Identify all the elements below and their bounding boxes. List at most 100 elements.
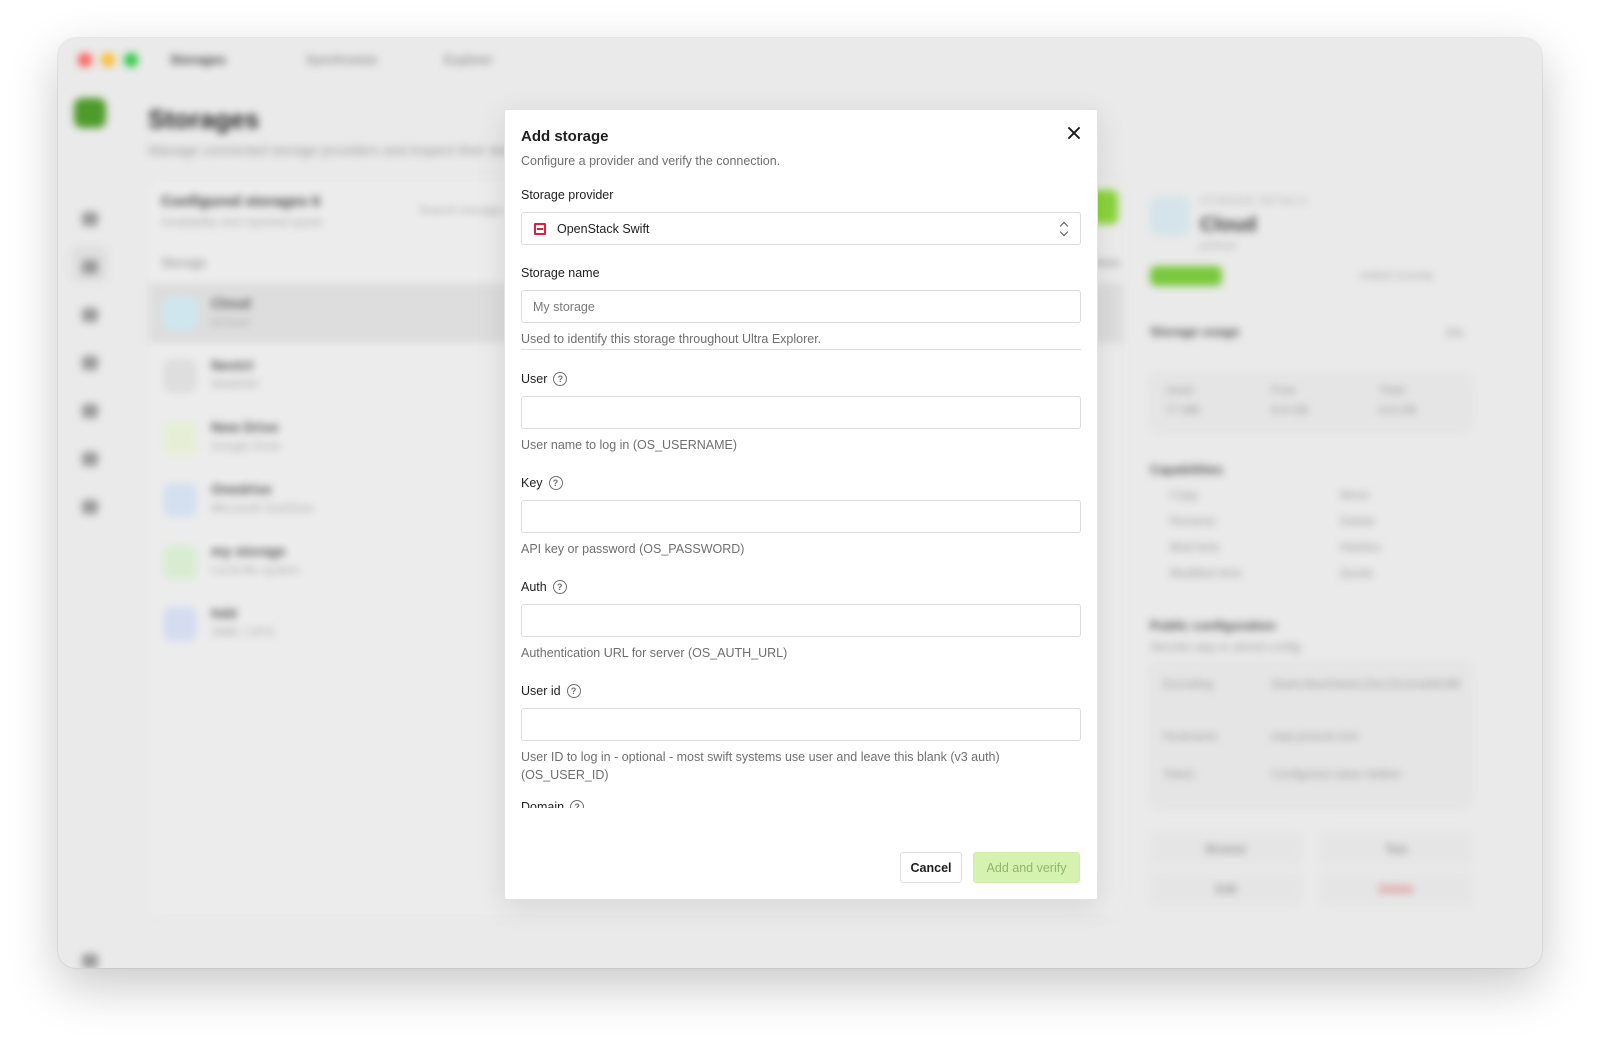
stat-free-value: 9.9 GB <box>1271 403 1309 417</box>
help-icon[interactable]: ? <box>566 684 581 698</box>
storage-icon <box>163 297 197 331</box>
usage-stats: Used 77 MB Free 9.9 GB Total 9.9 GB <box>1150 374 1472 432</box>
auth-help: Authentication URL for server (OS_AUTH_U… <box>521 646 788 660</box>
sync-icon[interactable] <box>82 404 98 418</box>
details-label: STORAGE DETAILS <box>1200 196 1308 207</box>
close-window-button[interactable] <box>78 53 92 67</box>
provider-label: Storage provider <box>521 188 614 202</box>
config-value: Slash,BackSlash,Del,Ctl,InvalidUtf8 <box>1271 677 1461 691</box>
page-subtitle: Manage connected storage providers and i… <box>148 142 531 158</box>
zoom-window-button[interactable] <box>124 53 138 67</box>
sidebar <box>58 84 126 968</box>
capability-item: Delete <box>1340 514 1375 528</box>
config-value: eapi.pcloud.com <box>1271 729 1359 743</box>
chevron-updown-icon <box>1058 220 1070 238</box>
user-help: User name to log in (OS_USERNAME) <box>521 438 738 452</box>
config-value: Configured value hidden <box>1271 767 1402 781</box>
config-key: Hostname <box>1163 729 1218 743</box>
usage-title: Storage usage <box>1150 324 1240 339</box>
folder-icon[interactable] <box>82 308 98 322</box>
capability-item: Mod time <box>1170 540 1220 554</box>
storage-name-label: Storage name <box>521 266 600 280</box>
user-id-help: User ID to log in - optional - most swif… <box>521 750 1000 782</box>
tab-storages[interactable]: Storages <box>170 52 226 67</box>
user-id-input[interactable] <box>521 708 1081 741</box>
settings-icon[interactable] <box>82 954 98 968</box>
storage-name: my storage <box>211 543 286 559</box>
provider-select[interactable]: OpenStack Swift <box>521 212 1081 245</box>
storage-type: WebDAV <box>211 377 260 391</box>
dialog-form[interactable]: Storage provider OpenStack Swift Storage… <box>505 188 1097 808</box>
browse-button[interactable]: Browse <box>1150 832 1302 866</box>
help-icon[interactable]: ? <box>548 476 563 490</box>
title-bar: Storages Synchronize Explorer <box>58 38 1542 84</box>
stat-free-label: Free <box>1271 383 1296 397</box>
delete-button[interactable]: Delete <box>1320 872 1472 906</box>
stat-used-value: 77 MB <box>1165 403 1200 417</box>
capability-item: Copy <box>1170 488 1199 502</box>
close-icon[interactable] <box>1065 124 1083 142</box>
storage-name-input[interactable] <box>521 290 1081 323</box>
dialog-title: Add storage <box>521 128 609 145</box>
capability-item: Modified time <box>1170 566 1242 580</box>
clock-icon[interactable] <box>82 452 98 466</box>
edit-button[interactable]: Edit <box>1150 872 1302 906</box>
storage-name: Nextcl <box>211 357 254 373</box>
list-subtitle: Availability and reported quota <box>161 215 323 229</box>
help-icon[interactable]: ? <box>552 580 567 594</box>
tab-synchronize[interactable]: Synchronize <box>306 52 378 67</box>
storage-name: New Drive <box>211 419 279 435</box>
dashboard-icon[interactable] <box>82 212 98 226</box>
usage-percent: 0% <box>1446 326 1464 340</box>
page-title: Storages <box>148 104 260 134</box>
storage-name-help: Used to identify this storage throughout… <box>521 332 822 346</box>
add-storage-dialog: Add storage Configure a provider and ver… <box>504 109 1098 900</box>
config-table: Encoding Slash,BackSlash,Del,Ctl,Invalid… <box>1150 662 1472 808</box>
config-subtitle: Secrets stay in stored config <box>1150 640 1301 654</box>
user-label: User? <box>521 372 568 386</box>
storage-type: pCloud <box>211 315 250 329</box>
config-key: Encoding <box>1163 677 1214 691</box>
log-icon[interactable] <box>82 500 98 514</box>
config-key: Token <box>1163 767 1196 781</box>
key-input[interactable] <box>521 500 1081 533</box>
cloud-icon <box>1150 196 1190 236</box>
tab-explorer[interactable]: Explorer <box>444 52 492 67</box>
column-storage: Storage <box>161 255 207 270</box>
capability-item: Hashes <box>1340 540 1381 554</box>
storage-icon <box>163 545 197 579</box>
cancel-button[interactable]: Cancel <box>900 852 962 883</box>
details-name: Cloud <box>1200 214 1257 236</box>
search-input[interactable]: Search storages <box>419 203 506 217</box>
storage-icon <box>163 607 197 641</box>
list-title: Configured storages 6 <box>161 193 321 210</box>
storage-name: Onedrive <box>211 481 272 497</box>
storage-icon <box>163 483 197 517</box>
key-label: Key? <box>521 476 563 490</box>
list-icon[interactable] <box>82 356 98 370</box>
key-help: API key or password (OS_PASSWORD) <box>521 542 745 556</box>
user-id-label: User id? <box>521 684 581 698</box>
provider-select-value: OpenStack Swift <box>557 222 650 236</box>
config-title: Public configuration <box>1150 618 1276 633</box>
list-count: 6 <box>311 193 321 210</box>
capabilities-title: Capabilities <box>1150 462 1223 477</box>
app-logo <box>74 98 106 128</box>
test-button[interactable]: Test <box>1320 832 1472 866</box>
storage-details-panel: STORAGE DETAILS Cloud pCloud Added recen… <box>1136 178 1486 918</box>
storage-type: Microsoft OneDrive <box>211 501 314 515</box>
details-type: pCloud <box>1200 240 1235 252</box>
domain-label: Domain? <box>521 800 585 808</box>
storage-type: SMB / CIFS <box>211 625 275 639</box>
auth-input[interactable] <box>521 604 1081 637</box>
storage-icon <box>163 421 197 455</box>
add-and-verify-button[interactable]: Add and verify <box>973 852 1080 883</box>
help-icon[interactable]: ? <box>570 800 585 808</box>
status-badge <box>1150 266 1222 286</box>
storage-name: hdd <box>211 605 237 621</box>
details-date: Added recently <box>1360 270 1434 282</box>
storage-icon[interactable] <box>82 260 98 274</box>
user-input[interactable] <box>521 396 1081 429</box>
minimize-window-button[interactable] <box>101 53 115 67</box>
help-icon[interactable]: ? <box>553 372 568 386</box>
